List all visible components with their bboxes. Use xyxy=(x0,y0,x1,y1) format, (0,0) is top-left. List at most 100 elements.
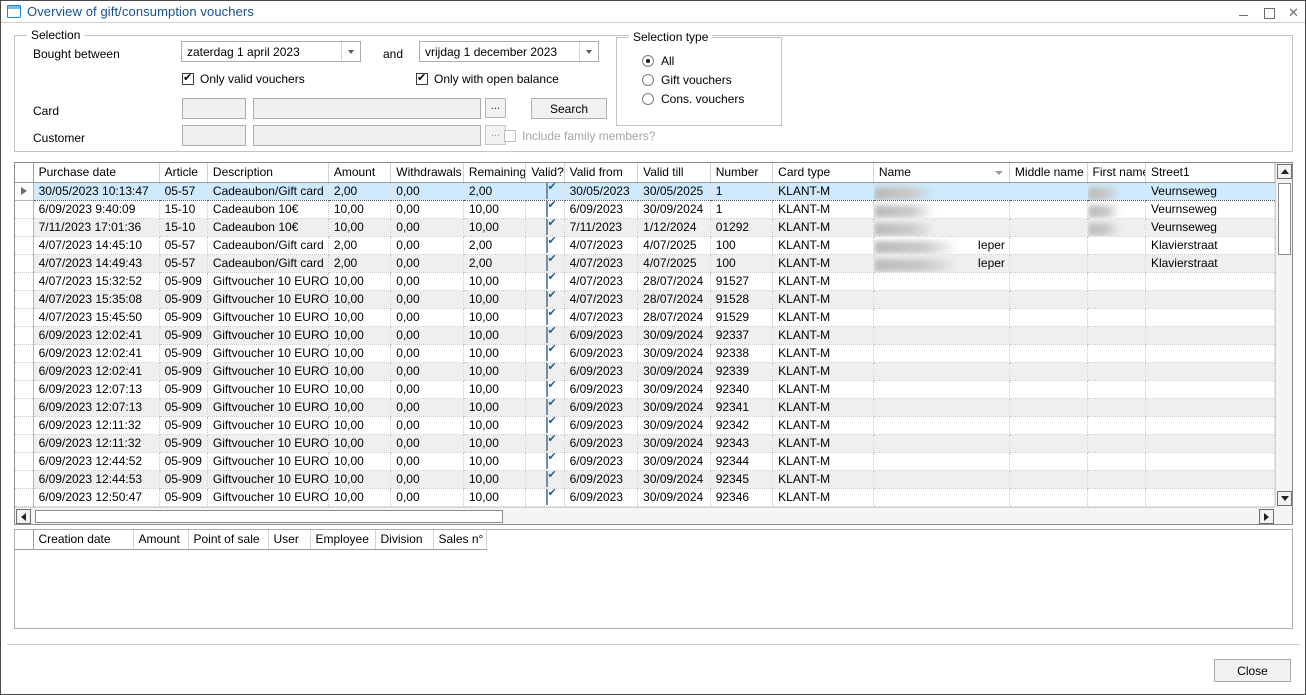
table-row[interactable]: 6/09/2023 12:44:5305-909Giftvoucher 10 E… xyxy=(15,470,1275,488)
table-row[interactable]: 6/09/2023 12:11:3205-909Giftvoucher 10 E… xyxy=(15,434,1275,452)
row-selector[interactable] xyxy=(15,290,33,308)
row-selector[interactable] xyxy=(15,308,33,326)
column-header-point-of-sale[interactable]: Point of sale xyxy=(188,530,268,549)
scroll-right-arrow-icon[interactable] xyxy=(1259,509,1274,524)
cell-valid[interactable] xyxy=(526,380,564,398)
table-row[interactable]: 4/07/2023 15:32:5205-909Giftvoucher 10 E… xyxy=(15,272,1275,290)
table-row[interactable]: 6/09/2023 12:02:4105-909Giftvoucher 10 E… xyxy=(15,344,1275,362)
column-header-middle-name[interactable]: Middle name xyxy=(1009,163,1087,182)
cell-valid[interactable] xyxy=(526,416,564,434)
cell-valid[interactable] xyxy=(526,236,564,254)
column-header-description[interactable]: Description xyxy=(207,163,328,182)
radio-cons-vouchers[interactable]: Cons. vouchers xyxy=(642,92,744,106)
cell-valid[interactable] xyxy=(526,254,564,272)
cell-valid[interactable] xyxy=(526,182,564,200)
cell-valid[interactable] xyxy=(526,272,564,290)
table-row[interactable]: 6/09/2023 9:40:0915-10Cadeaubon 10€10,00… xyxy=(15,200,1275,218)
column-header-amount[interactable]: Amount xyxy=(328,163,390,182)
table-row[interactable]: 6/09/2023 12:07:1305-909Giftvoucher 10 E… xyxy=(15,380,1275,398)
cell-valid[interactable] xyxy=(526,308,564,326)
card-browse-button[interactable]: ... xyxy=(485,98,506,118)
column-header-card-type[interactable]: Card type xyxy=(773,163,874,182)
cell-valid[interactable] xyxy=(526,398,564,416)
column-header-withdrawals[interactable]: Withdrawals xyxy=(391,163,464,182)
table-row[interactable]: 7/11/2023 17:01:3615-10Cadeaubon 10€10,0… xyxy=(15,218,1275,236)
row-selector[interactable] xyxy=(15,362,33,380)
column-header-first-name[interactable]: First name xyxy=(1087,163,1145,182)
column-header-street1[interactable]: Street1 xyxy=(1145,163,1274,182)
cell-valid[interactable] xyxy=(526,434,564,452)
cell-valid[interactable] xyxy=(526,218,564,236)
card-name-input[interactable] xyxy=(253,98,481,119)
scroll-up-arrow-icon[interactable] xyxy=(1277,164,1292,179)
radio-gift-vouchers[interactable]: Gift vouchers xyxy=(642,73,732,87)
vertical-scroll-thumb[interactable] xyxy=(1278,183,1291,255)
close-button[interactable]: Close xyxy=(1214,659,1291,682)
column-header-detail-amount[interactable]: Amount xyxy=(133,530,188,549)
row-selector[interactable] xyxy=(15,326,33,344)
cell-valid[interactable] xyxy=(526,290,564,308)
row-selector[interactable] xyxy=(15,218,33,236)
row-selector[interactable] xyxy=(15,434,33,452)
grid-vertical-scrollbar[interactable] xyxy=(1275,163,1292,507)
row-selector[interactable] xyxy=(15,488,33,506)
table-row[interactable]: 4/07/2023 15:35:0805-909Giftvoucher 10 E… xyxy=(15,290,1275,308)
date-from-combo[interactable]: zaterdag 1 april 2023 xyxy=(181,41,361,62)
column-header-number[interactable]: Number xyxy=(710,163,772,182)
table-row[interactable]: 6/09/2023 12:07:1305-909Giftvoucher 10 E… xyxy=(15,398,1275,416)
card-code-input[interactable] xyxy=(182,98,246,119)
customer-name-input[interactable] xyxy=(253,125,481,146)
row-selector[interactable] xyxy=(15,398,33,416)
cell-valid[interactable] xyxy=(526,362,564,380)
row-selector[interactable] xyxy=(15,380,33,398)
search-button[interactable]: Search xyxy=(531,98,607,119)
table-row[interactable]: 6/09/2023 12:44:5205-909Giftvoucher 10 E… xyxy=(15,452,1275,470)
cell-valid[interactable] xyxy=(526,470,564,488)
maximize-icon[interactable] xyxy=(1263,7,1274,18)
column-header-sales-no[interactable]: Sales n° xyxy=(433,530,486,549)
table-row[interactable]: 4/07/2023 14:45:1005-57Cadeaubon/Gift ca… xyxy=(15,236,1275,254)
row-selector[interactable] xyxy=(15,236,33,254)
scroll-down-arrow-icon[interactable] xyxy=(1277,491,1292,506)
grid-horizontal-scrollbar[interactable] xyxy=(15,507,1275,524)
row-selector[interactable] xyxy=(15,182,33,200)
column-header-creation-date[interactable]: Creation date xyxy=(33,530,133,549)
row-selector[interactable] xyxy=(15,344,33,362)
column-header-remaining[interactable]: Remaining xyxy=(463,163,525,182)
row-selector[interactable] xyxy=(15,254,33,272)
column-header-valid[interactable]: Valid? xyxy=(526,163,564,182)
table-row[interactable]: 6/09/2023 12:50:4705-909Giftvoucher 10 E… xyxy=(15,488,1275,506)
table-row[interactable]: 4/07/2023 14:49:4305-57Cadeaubon/Gift ca… xyxy=(15,254,1275,272)
scroll-left-arrow-icon[interactable] xyxy=(16,509,31,524)
customer-code-input[interactable] xyxy=(182,125,246,146)
cell-valid[interactable] xyxy=(526,326,564,344)
column-header-purchase-date[interactable]: Purchase date xyxy=(33,163,159,182)
row-selector[interactable] xyxy=(15,452,33,470)
row-selector[interactable] xyxy=(15,416,33,434)
row-selector[interactable] xyxy=(15,470,33,488)
close-icon[interactable]: ✕ xyxy=(1288,7,1299,18)
vouchers-grid[interactable]: Purchase date Article Description Amount… xyxy=(14,162,1293,525)
table-row[interactable]: 6/09/2023 12:11:3205-909Giftvoucher 10 E… xyxy=(15,416,1275,434)
column-header-valid-from[interactable]: Valid from xyxy=(564,163,638,182)
table-row[interactable]: 6/09/2023 12:02:4105-909Giftvoucher 10 E… xyxy=(15,326,1275,344)
horizontal-scroll-thumb[interactable] xyxy=(35,510,503,523)
chevron-down-icon-to[interactable] xyxy=(579,42,598,61)
radio-all[interactable]: All xyxy=(642,54,674,68)
date-to-combo[interactable]: vrijdag 1 december 2023 xyxy=(419,41,599,62)
column-header-division[interactable]: Division xyxy=(375,530,433,549)
chevron-down-icon-from[interactable] xyxy=(341,42,360,61)
row-selector[interactable] xyxy=(15,200,33,218)
detail-grid[interactable]: Creation date Amount Point of sale User … xyxy=(14,529,1293,629)
cell-valid[interactable] xyxy=(526,452,564,470)
column-header-employee[interactable]: Employee xyxy=(310,530,375,549)
customer-browse-button[interactable]: ... xyxy=(485,125,506,145)
minimize-icon[interactable] xyxy=(1238,7,1249,18)
cell-valid[interactable] xyxy=(526,344,564,362)
cell-valid[interactable] xyxy=(526,488,564,506)
row-selector[interactable] xyxy=(15,272,33,290)
column-header-valid-till[interactable]: Valid till xyxy=(638,163,711,182)
only-open-balance-checkbox[interactable]: Only with open balance xyxy=(416,72,559,86)
only-valid-vouchers-checkbox[interactable]: Only valid vouchers xyxy=(182,72,305,86)
table-row[interactable]: 30/05/2023 10:13:4705-57Cadeaubon/Gift c… xyxy=(15,182,1275,200)
